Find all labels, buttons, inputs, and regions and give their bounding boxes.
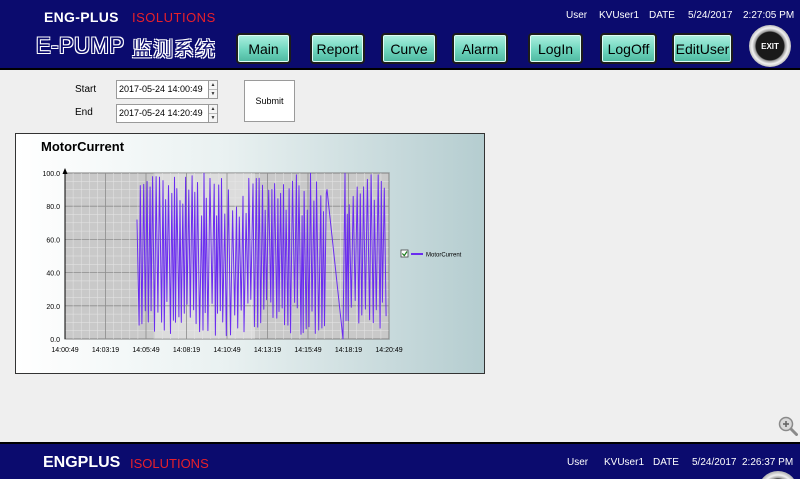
start-datetime-input[interactable]: 2017-05-24 14:00:49 — [116, 80, 212, 99]
x-tick-label: 14:08:19 — [173, 347, 200, 354]
current-time: 2:27:05 PM — [743, 10, 795, 21]
legend-label: MotorCurrent — [426, 253, 462, 259]
y-tick-label: 20.0 — [46, 304, 60, 311]
user-label: User — [566, 10, 588, 21]
y-tick-label: 40.0 — [46, 271, 60, 278]
product-name: E-PUMP — [36, 33, 125, 58]
date-label: DATE — [649, 10, 675, 21]
submit-button[interactable]: Submit — [244, 80, 295, 122]
footer-brand-subtitle: ISOLUTIONS — [130, 456, 209, 471]
spin-up-icon[interactable]: ▲ — [209, 81, 217, 90]
footer-time: 2:26:37 PM — [742, 457, 794, 468]
spin-down-icon[interactable]: ▼ — [209, 114, 217, 123]
product-name-cn: 监测系统 — [132, 39, 216, 61]
footer-user-label: User — [567, 457, 589, 468]
end-spinner[interactable]: ▲ ▼ — [208, 104, 218, 123]
app-root: ENG-PLUS ISOLUTIONS E-PUMP 监测系统 User KVU… — [0, 0, 800, 479]
x-tick-label: 14:18:19 — [335, 347, 362, 354]
nav-edituser-button[interactable]: EditUser — [672, 33, 733, 64]
x-tick-label: 14:20:49 — [375, 347, 402, 354]
motor-current-chart: MotorCurrent 0.0 20.0 40.0 60.0 80.0 100.0 14:… — [15, 133, 485, 374]
user-name: KVUser1 — [599, 10, 640, 21]
start-spinner[interactable]: ▲ ▼ — [208, 80, 218, 99]
footer-user-name: KVUser1 — [604, 457, 645, 468]
y-tick-label: 100.0 — [42, 171, 60, 178]
end-label: End — [75, 107, 93, 118]
y-tick-label: 0.0 — [50, 337, 60, 344]
nav-report-button[interactable]: Report — [310, 33, 365, 64]
x-tick-label: 14:05:49 — [132, 347, 159, 354]
nav-curve-button[interactable]: Curve — [381, 33, 437, 64]
bottom-footer: ENGPLUS ISOLUTIONS User KVUser1 DATE 5/2… — [0, 442, 800, 479]
nav-login-button[interactable]: LogIn — [528, 33, 583, 64]
footer-exit-icon[interactable] — [758, 471, 798, 479]
brand-subtitle: ISOLUTIONS — [132, 10, 216, 25]
spin-up-icon[interactable]: ▲ — [209, 105, 217, 114]
brand-name: ENG-PLUS — [44, 9, 119, 25]
footer-brand: ENGPLUS — [43, 454, 121, 471]
x-tick-label: 14:15:49 — [294, 347, 321, 354]
x-tick-label: 14:13:19 — [254, 347, 281, 354]
top-header: ENG-PLUS ISOLUTIONS E-PUMP 监测系统 User KVU… — [0, 0, 800, 70]
start-label: Start — [75, 84, 97, 95]
spin-down-icon[interactable]: ▼ — [209, 90, 217, 99]
exit-button[interactable]: EXIT — [749, 25, 791, 67]
footer-date-label: DATE — [653, 457, 679, 468]
y-axis-arrow-icon — [62, 168, 68, 174]
footer-date: 5/24/2017 — [692, 457, 737, 468]
exit-label: EXIT — [761, 41, 779, 51]
x-tick-label: 14:03:19 — [92, 347, 119, 354]
y-tick-label: 80.0 — [46, 204, 60, 211]
nav-alarm-button[interactable]: Alarm — [452, 33, 508, 64]
current-date: 5/24/2017 — [688, 10, 733, 21]
y-tick-label: 60.0 — [46, 237, 60, 244]
x-tick-label: 14:10:49 — [213, 347, 240, 354]
x-tick-label: 14:00:49 — [51, 347, 78, 354]
nav-main-button[interactable]: Main — [236, 33, 291, 64]
nav-logoff-button[interactable]: LogOff — [600, 33, 657, 64]
end-datetime-input[interactable]: 2017-05-24 14:20:49 — [116, 104, 212, 123]
zoom-in-icon[interactable] — [778, 416, 798, 436]
chart-plot: 0.0 20.0 40.0 60.0 80.0 100.0 14:00:49 14:03:19… — [42, 168, 462, 354]
